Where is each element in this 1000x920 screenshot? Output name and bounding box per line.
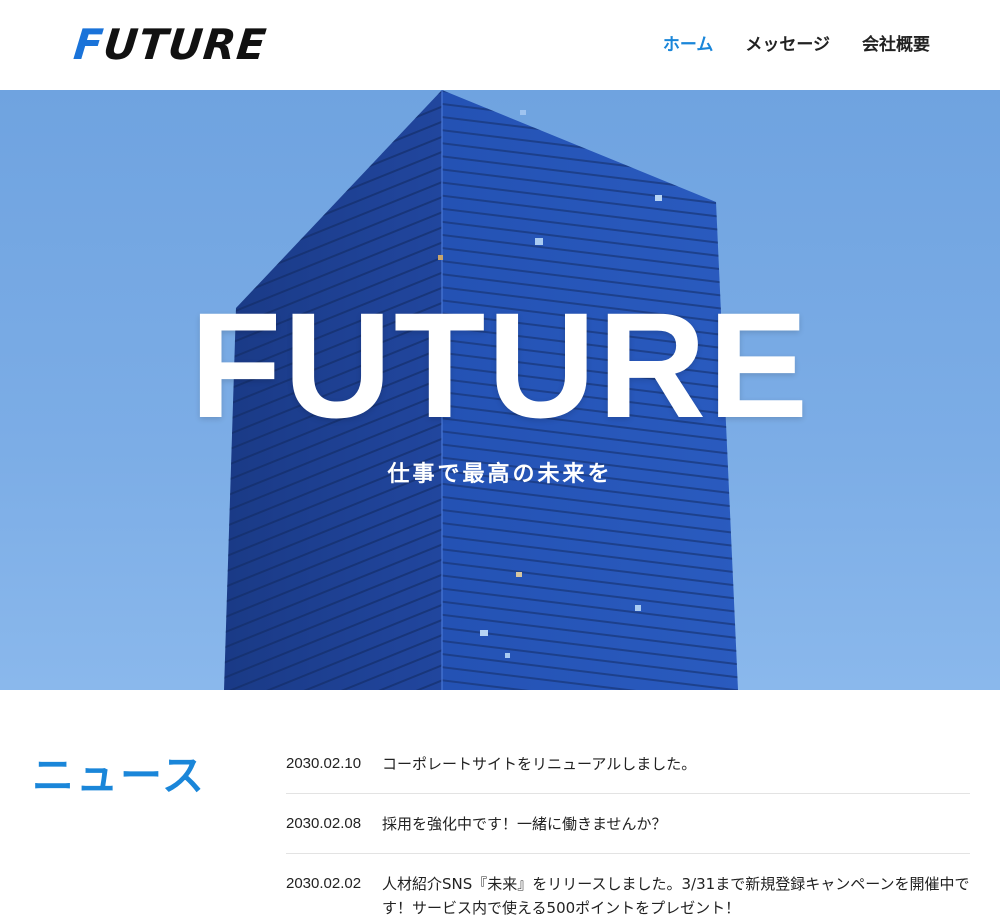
hero-section: FUTURE 仕事で最高の未来を: [0, 90, 1000, 690]
main-nav: ホーム メッセージ 会社概要: [663, 30, 930, 55]
news-date: 2030.02.02: [286, 875, 362, 892]
nav-item-company[interactable]: 会社概要: [862, 30, 930, 55]
logo-wordmark: FUTURE: [71, 20, 269, 69]
site-header: FUTURE ホーム メッセージ 会社概要: [0, 0, 1000, 90]
news-text: 採用を強化中です！一緒に働きませんか？: [382, 815, 667, 833]
nav-item-home[interactable]: ホーム: [663, 30, 714, 55]
news-item[interactable]: 2030.02.02 人材紹介SNS『未来』をリリースしました。3/31まで新規…: [286, 854, 970, 920]
news-heading: ニュース: [32, 751, 206, 800]
site-logo[interactable]: FUTURE: [71, 16, 274, 72]
news-date: 2030.02.10: [286, 755, 362, 772]
news-date: 2030.02.08: [286, 815, 362, 832]
news-list: 2030.02.10 コーポレートサイトをリニューアルしました。 2030.02…: [286, 734, 970, 920]
hero-subtitle: 仕事で最高の未来を: [387, 462, 613, 487]
nav-item-message[interactable]: メッセージ: [745, 30, 830, 55]
news-text: 人材紹介SNS『未来』をリリースしました。3/31まで新規登録キャンペーンを開催…: [382, 875, 970, 917]
hero-title: FUTURE: [189, 281, 811, 449]
news-item[interactable]: 2030.02.10 コーポレートサイトをリニューアルしました。: [286, 734, 970, 794]
logo-letters-rest: UTURE: [101, 19, 270, 69]
news-item[interactable]: 2030.02.08 採用を強化中です！一緒に働きませんか？: [286, 794, 970, 854]
news-text: コーポレートサイトをリニューアルしました。: [382, 755, 697, 773]
